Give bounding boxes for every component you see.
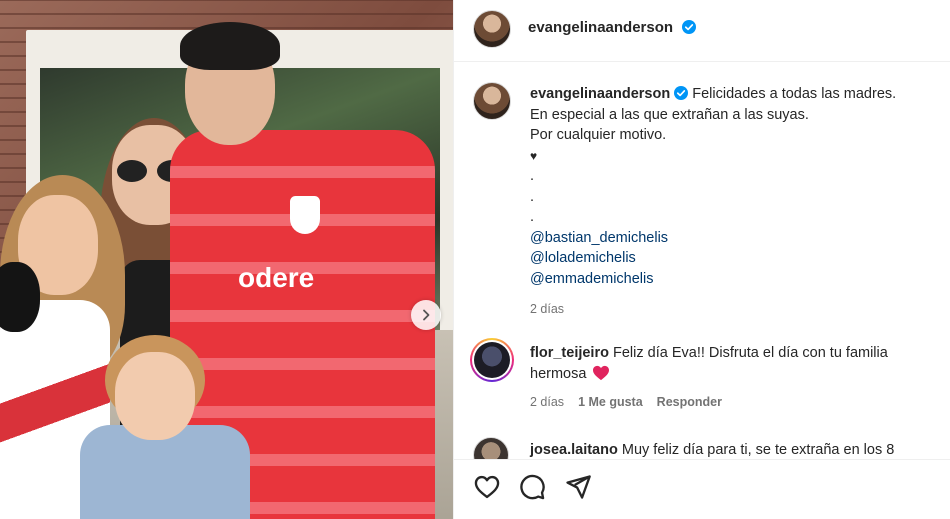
dog	[0, 262, 40, 332]
post-caption: evangelinaanderson Felicidades a todas l…	[530, 84, 940, 320]
post-header: evangelinaanderson	[454, 0, 950, 62]
author-username[interactable]: evangelinaanderson	[528, 19, 673, 36]
comment-username[interactable]: josea.laitano	[530, 442, 618, 458]
chevron-right-icon	[423, 309, 430, 321]
caption-username[interactable]: evangelinaanderson	[530, 86, 670, 102]
jersey-crest	[290, 196, 320, 234]
post-timestamp[interactable]: 2 días	[530, 299, 940, 320]
heart-icon[interactable]	[473, 473, 501, 501]
post-photo[interactable]: odere	[0, 0, 453, 519]
small-girl-face	[115, 352, 195, 440]
caption-text: Felicidades a todas las madres.	[692, 86, 897, 102]
post-side-panel: evangelinaanderson evangelinaanderson Fe…	[453, 0, 950, 519]
reply-button[interactable]: Responder	[657, 392, 722, 413]
boy-hair	[180, 22, 280, 70]
comment-text: Muy feliz día para ti, se te extraña en …	[621, 442, 895, 458]
comment-username[interactable]: flor_teijeiro	[530, 345, 609, 361]
post-actions-bar	[454, 459, 950, 519]
commenter-avatar[interactable]	[470, 338, 514, 382]
verified-badge-icon	[674, 86, 689, 100]
comment-bubble-icon[interactable]	[518, 473, 546, 501]
verified-badge-icon	[681, 20, 696, 34]
caption-dot: .	[530, 188, 535, 205]
jersey-sponsor-text: odere	[238, 262, 315, 293]
caption-text: Por cualquier motivo.	[530, 127, 667, 143]
caption-heart: ♥	[530, 148, 538, 163]
carousel-next-button[interactable]	[411, 300, 441, 330]
caption-dot: .	[530, 209, 535, 225]
caption-first-line: evangelinaanderson Felicidades a todas l…	[530, 84, 940, 105]
author-avatar[interactable]	[473, 10, 511, 48]
comment: josea.laitano Muy feliz día para ti, se …	[530, 440, 940, 461]
comment-timestamp[interactable]: 2 días	[530, 392, 564, 413]
author-name-row: evangelinaanderson	[528, 19, 696, 37]
mention-link[interactable]: @emmademichelis	[530, 269, 940, 290]
comment-meta: 2 días 1 Me gusta Responder	[530, 392, 940, 413]
caption-author-avatar[interactable]	[473, 82, 511, 120]
red-heart-emoji-icon	[593, 365, 610, 380]
comment-body: flor_teijeiro Feliz día Eva!! Disfruta e…	[530, 343, 940, 384]
paper-plane-icon[interactable]	[564, 473, 592, 501]
caption-text: En especial a las que extrañan a las suy…	[530, 106, 809, 123]
comment: flor_teijeiro Feliz día Eva!! Disfruta e…	[530, 343, 940, 413]
caption-dot: .	[530, 168, 535, 184]
comment-likes[interactable]: 1 Me gusta	[578, 392, 643, 413]
mention-link[interactable]: @lolademichelis	[530, 248, 940, 269]
mention-link[interactable]: @bastian_demichelis	[530, 228, 940, 249]
